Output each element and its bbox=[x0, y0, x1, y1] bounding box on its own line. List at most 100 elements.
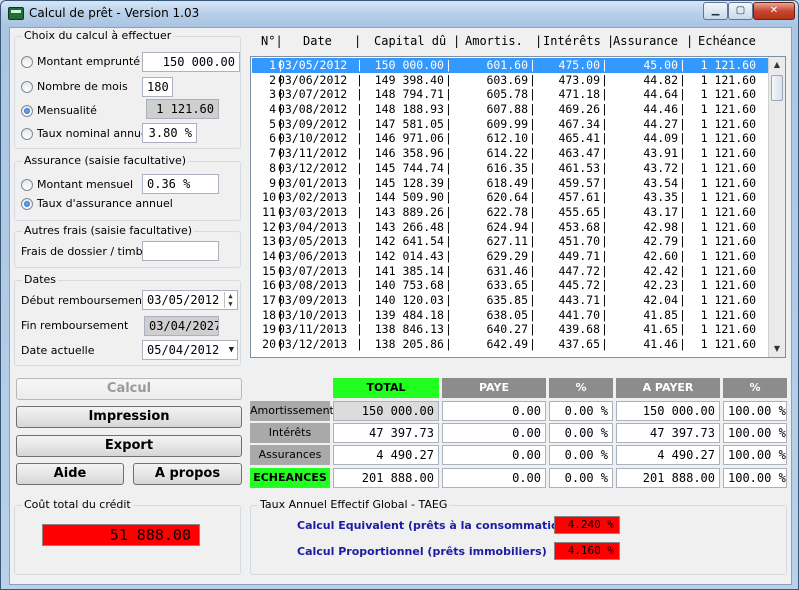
scroll-up-icon[interactable]: ▲ bbox=[769, 57, 785, 73]
montant-input[interactable]: 150 000.00 bbox=[142, 52, 240, 72]
column-separator: | bbox=[277, 175, 284, 190]
column-separator: | bbox=[356, 190, 363, 205]
taux-nominal-input[interactable]: 3.80 % bbox=[142, 123, 197, 143]
col-header-sep: | bbox=[453, 34, 461, 48]
cell-amortis: 633.65 bbox=[486, 278, 528, 293]
table-row[interactable]: 9 03/01/2013 145 128.39 618.49 459.57 43.54 1 … bbox=[252, 176, 768, 191]
fin-label: Fin remboursement bbox=[21, 319, 129, 332]
cell-num: 3 bbox=[269, 87, 276, 102]
insurance-rate-input[interactable]: 0.36 % bbox=[142, 174, 219, 194]
mensualite-output: 1 121.60 bbox=[146, 99, 219, 119]
cell-date: 03/05/2012 bbox=[278, 58, 348, 72]
taeg-group bbox=[250, 505, 787, 575]
cell-assurance: 42.60 bbox=[643, 248, 678, 263]
column-separator: | bbox=[356, 131, 363, 146]
radio-mensualite[interactable] bbox=[21, 105, 33, 117]
cell-amortis: 603.69 bbox=[486, 72, 528, 87]
cell-capital: 150 000.00 bbox=[374, 58, 444, 72]
table-row[interactable]: 18 03/10/2013 139 484.18 638.05 441.70 41.85 1… bbox=[252, 308, 768, 323]
radio-taux-nominal[interactable] bbox=[21, 128, 33, 140]
col-header-capital: Capital dû bbox=[374, 34, 447, 48]
date-spinner-icon[interactable]: ▲ ▼ bbox=[224, 292, 236, 308]
cell-assurance: 44.27 bbox=[643, 116, 678, 131]
amortization-table[interactable]: 1 03/05/2012 150 000.00 601.60 475.00 45.00 1 … bbox=[250, 56, 786, 358]
cell-capital: 148 188.93 bbox=[374, 102, 444, 117]
cell-date: 03/02/2013 bbox=[278, 190, 348, 205]
cell-interets: 447.72 bbox=[558, 263, 600, 278]
table-row[interactable]: 3 03/07/2012 148 794.71 605.78 471.18 44.64 1 … bbox=[252, 87, 768, 102]
table-row[interactable]: 2 03/06/2012 149 398.40 603.69 473.09 44.82 1 … bbox=[252, 73, 768, 88]
cell-echeance: 1 121.60 bbox=[700, 234, 756, 249]
col-header-sep: | bbox=[686, 34, 694, 48]
export-button[interactable]: Export bbox=[16, 435, 242, 457]
table-row[interactable]: 15 03/07/2013 141 385.14 631.46 447.72 42.42 1… bbox=[252, 264, 768, 279]
cell-interets: 475.00 bbox=[558, 58, 600, 72]
scroll-down-icon[interactable]: ▼ bbox=[769, 341, 785, 357]
cell-assurance: 41.85 bbox=[643, 307, 678, 322]
table-row[interactable]: 10 03/02/2013 144 509.90 620.64 457.61 43.35 1… bbox=[252, 190, 768, 205]
column-separator: | bbox=[445, 72, 452, 87]
cell-echeance: 1 121.60 bbox=[700, 322, 756, 337]
table-row[interactable]: 13 03/05/2013 142 641.54 627.11 451.70 42.79 1… bbox=[252, 234, 768, 249]
scroll-thumb[interactable] bbox=[771, 75, 783, 101]
radio-montant-mensuel[interactable] bbox=[21, 179, 33, 191]
column-separator: | bbox=[277, 322, 284, 337]
cell-date: 03/10/2013 bbox=[278, 307, 348, 322]
cell-date: 03/08/2012 bbox=[278, 102, 348, 117]
cell-date: 03/12/2013 bbox=[278, 337, 348, 352]
table-row[interactable]: 1 03/05/2012 150 000.00 601.60 475.00 45.00 1 … bbox=[252, 58, 768, 73]
cell-amortis: 622.78 bbox=[486, 204, 528, 219]
cell-capital: 144 509.90 bbox=[374, 190, 444, 205]
column-separator: | bbox=[679, 307, 686, 322]
radio-nombre-mois[interactable] bbox=[21, 81, 33, 93]
apropos-button[interactable]: A propos bbox=[133, 463, 242, 485]
summary-header-total: TOTAL bbox=[333, 378, 439, 398]
cell-capital: 141 385.14 bbox=[374, 263, 444, 278]
col-header-amortis: Amortis. bbox=[465, 34, 523, 48]
close-button[interactable]: ✕ bbox=[753, 2, 795, 20]
fees-title: Autres frais (saisie facultative) bbox=[22, 224, 195, 237]
column-separator: | bbox=[277, 102, 284, 117]
table-row[interactable]: 11 03/03/2013 143 889.26 622.78 455.65 43.17 1… bbox=[252, 205, 768, 220]
minimize-button[interactable]: ▁ bbox=[703, 2, 728, 20]
column-separator: | bbox=[679, 146, 686, 161]
debut-date-input[interactable]: 03/05/2012 ▲ ▼ bbox=[142, 290, 238, 310]
table-row[interactable]: 17 03/09/2013 140 120.03 635.85 443.71 42.04 1… bbox=[252, 293, 768, 308]
cell-num: 14 bbox=[262, 248, 276, 263]
cell-num: 5 bbox=[269, 116, 276, 131]
radio-montant[interactable] bbox=[21, 56, 33, 68]
cell-assurance: 41.65 bbox=[643, 322, 678, 337]
table-row[interactable]: 6 03/10/2012 146 971.06 612.10 465.41 44.09 1 … bbox=[252, 131, 768, 146]
table-row[interactable]: 20 03/12/2013 138 205.86 642.49 437.65 41.46 1… bbox=[252, 337, 768, 352]
table-row[interactable]: 7 03/11/2012 146 358.96 614.22 463.47 43.91 1 … bbox=[252, 146, 768, 161]
cell-num: 12 bbox=[262, 219, 276, 234]
radio-taux-assurance[interactable] bbox=[21, 198, 33, 210]
cell-date: 03/07/2013 bbox=[278, 263, 348, 278]
summary-paye-assurances: 0.00 bbox=[442, 445, 546, 465]
cell-capital: 138 205.86 bbox=[374, 337, 444, 352]
table-row[interactable]: 4 03/08/2012 148 188.93 607.88 469.26 44.46 1 … bbox=[252, 102, 768, 117]
impression-button[interactable]: Impression bbox=[16, 406, 242, 428]
calcul-button[interactable]: Calcul bbox=[16, 378, 242, 400]
table-row[interactable]: 16 03/08/2013 140 753.68 633.65 445.72 42.23 1… bbox=[252, 278, 768, 293]
table-row[interactable]: 19 03/11/2013 138 846.13 640.27 439.68 41.65 1… bbox=[252, 322, 768, 337]
frais-input[interactable] bbox=[142, 241, 219, 261]
date-actuelle-picker[interactable]: 05/04/2012 ▼ bbox=[142, 340, 238, 360]
column-separator: | bbox=[679, 248, 686, 263]
table-row[interactable]: 12 03/04/2013 143 266.48 624.94 453.68 42.98 1… bbox=[252, 220, 768, 235]
nombre-mois-input[interactable]: 180 bbox=[142, 77, 173, 97]
date-actuelle-label: Date actuelle bbox=[21, 344, 95, 357]
aide-button[interactable]: Aide bbox=[16, 463, 124, 485]
table-scrollbar[interactable]: ▲ ▼ bbox=[768, 57, 785, 357]
chevron-down-icon[interactable]: ▼ bbox=[229, 341, 234, 359]
column-separator: | bbox=[277, 263, 284, 278]
cell-num: 18 bbox=[262, 307, 276, 322]
montant-label: Montant emprunté bbox=[37, 55, 141, 68]
cell-num: 17 bbox=[262, 293, 276, 307]
column-separator: | bbox=[601, 322, 608, 337]
maximize-button[interactable]: ▢ bbox=[728, 2, 753, 20]
table-row[interactable]: 5 03/09/2012 147 581.05 609.99 467.34 44.27 1 … bbox=[252, 117, 768, 132]
table-row[interactable]: 14 03/06/2013 142 014.43 629.29 449.71 42.60 1… bbox=[252, 249, 768, 264]
cell-echeance: 1 121.60 bbox=[700, 248, 756, 263]
table-row[interactable]: 8 03/12/2012 145 744.74 616.35 461.53 43.72 1 … bbox=[252, 161, 768, 176]
